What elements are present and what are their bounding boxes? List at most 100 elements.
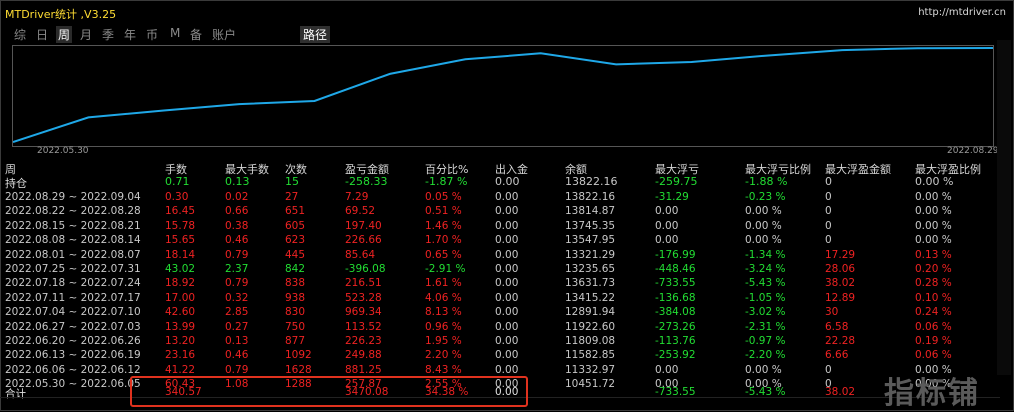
row-cell: 0 (825, 205, 832, 218)
row-period: 2022.06.06 ~ 2022.06.12 (5, 363, 141, 376)
equity-chart-svg (12, 47, 994, 143)
row-cell: -384.08 (655, 306, 696, 319)
app-title: MTDriver统计 ,V3.25 (5, 8, 117, 21)
row-cell: 938 (285, 291, 306, 304)
row-cell: 16.45 (165, 205, 196, 218)
row-period: 2022.06.20 ~ 2022.06.26 (5, 335, 141, 347)
row-cell: 17.00 (165, 291, 196, 304)
row-cell: 1.61 % (425, 277, 462, 290)
row-cell: 838 (285, 277, 306, 290)
row-cell: 623 (285, 234, 306, 247)
row-cell: 0.00 % (745, 234, 782, 247)
row-cell: 22.28 (825, 335, 856, 347)
table-row: 2022.08.08 ~ 2022.08.14 15.65 0.46 623 226.6… (0, 234, 995, 248)
row-cell: -3.02 % (745, 306, 786, 319)
row-cell: 12891.94 (565, 306, 616, 319)
row-period: 2022.06.27 ~ 2022.07.03 (5, 320, 141, 333)
row-cell: 0.00 % (915, 219, 952, 232)
row-cell: 0.79 (225, 277, 249, 290)
row-cell: 830 (285, 306, 306, 319)
highlight-box (130, 376, 528, 407)
row-cell: 445 (285, 248, 306, 261)
row-cell: 113.52 (345, 320, 382, 333)
tab-route[interactable]: 路径 (300, 26, 331, 43)
row-cell: 2.85 (225, 306, 249, 319)
row-cell: 13415.22 (565, 291, 616, 304)
tab-9[interactable]: 账户 (212, 26, 236, 43)
row-cell: 13745.35 (565, 219, 616, 232)
row-cell: 0.46 (225, 349, 249, 362)
tab-2[interactable]: 周 (56, 26, 73, 43)
row-cell: 0.38 (225, 219, 249, 232)
row-cell: -2.31 % (745, 320, 786, 333)
holding-cell: -1.88 % (745, 175, 788, 188)
table-row: 2022.07.11 ~ 2022.07.17 17.00 0.32 938 523.2… (0, 292, 995, 306)
row-cell: 2.37 (225, 263, 249, 275)
row-period: 2022.07.04 ~ 2022.07.10 (5, 306, 141, 319)
row-cell: 0 (825, 219, 832, 232)
row-cell: 0.00 (655, 363, 679, 376)
row-cell: -1.05 % (745, 291, 786, 304)
row-cell: 0.02 (225, 191, 249, 203)
tab-5[interactable]: 年 (124, 26, 136, 43)
row-cell: 0.00 (495, 291, 519, 304)
row-cell: 0.00 % (915, 234, 952, 247)
row-cell: 8.43 % (425, 363, 462, 376)
holding-cell: -258.33 (345, 175, 388, 188)
table-row: 2022.08.01 ~ 2022.08.07 18.14 0.79 445 85.64… (0, 249, 995, 263)
row-cell: 11332.97 (565, 363, 616, 376)
row-cell: 0.24 % (915, 306, 952, 319)
row-cell: 0.20 % (915, 263, 952, 275)
row-cell: 226.66 (345, 234, 382, 247)
watermark-logo: 指标铺 (884, 376, 980, 411)
row-cell: 0.00 (495, 363, 519, 376)
row-cell: 69.52 (345, 205, 376, 218)
row-cell: -2.91 % (425, 263, 466, 275)
row-cell: 41.22 (165, 363, 196, 376)
row-cell: 7.29 (345, 191, 369, 203)
row-cell: 969.34 (345, 306, 382, 319)
row-cell: 0.00 (495, 234, 519, 247)
row-cell: 42.60 (165, 306, 196, 319)
row-cell: 0.19 % (915, 335, 952, 347)
row-cell: 13235.65 (565, 263, 616, 275)
row-cell: 1092 (285, 349, 312, 362)
row-cell: 605 (285, 219, 306, 232)
row-cell: 0.30 (165, 191, 189, 203)
table-row: 2022.08.29 ~ 2022.09.04 0.30 0.02 27 7.29 0.0… (0, 191, 995, 205)
table-row: 2022.08.15 ~ 2022.08.21 15.78 0.38 605 197.4… (0, 220, 995, 234)
row-cell: 0.00 % (915, 191, 952, 203)
row-cell: 1.95 % (425, 335, 462, 347)
website-link[interactable]: http://mtdriver.cn (918, 7, 1006, 18)
row-cell: 0.28 % (915, 277, 952, 290)
row-cell: 0.00 % (745, 205, 782, 218)
row-cell: 43.02 (165, 263, 196, 275)
row-period: 2022.07.25 ~ 2022.07.31 (5, 263, 141, 275)
tab-0[interactable]: 综 (14, 26, 26, 43)
tab-1[interactable]: 日 (36, 26, 48, 43)
row-cell: 11809.08 (565, 335, 616, 347)
equity-line (12, 47, 994, 143)
row-cell: 13.20 (165, 335, 196, 347)
row-cell: 12.89 (825, 291, 856, 304)
tab-3[interactable]: 月 (80, 26, 92, 43)
row-cell: 226.23 (345, 335, 382, 347)
vertical-scrollbar[interactable] (997, 40, 1011, 375)
row-cell: -253.92 (655, 349, 696, 362)
tab-8[interactable]: 备 (190, 26, 202, 43)
row-cell: 85.64 (345, 248, 376, 261)
tab-4[interactable]: 季 (102, 26, 114, 43)
row-cell: 877 (285, 335, 306, 347)
row-cell: 0.96 % (425, 320, 462, 333)
row-cell: 4.06 % (425, 291, 462, 304)
row-cell: 6.58 (825, 320, 849, 333)
holding-cell: 0.71 (165, 175, 190, 188)
row-cell: 0.00 (495, 320, 519, 333)
row-cell: 13321.29 (565, 248, 616, 261)
row-cell: 30 (825, 306, 839, 319)
row-cell: 13.99 (165, 320, 196, 333)
tab-6[interactable]: 币 (146, 26, 158, 43)
row-cell: -1.34 % (745, 248, 786, 261)
tab-7[interactable]: M (170, 26, 180, 40)
row-cell: 1.46 % (425, 219, 462, 232)
